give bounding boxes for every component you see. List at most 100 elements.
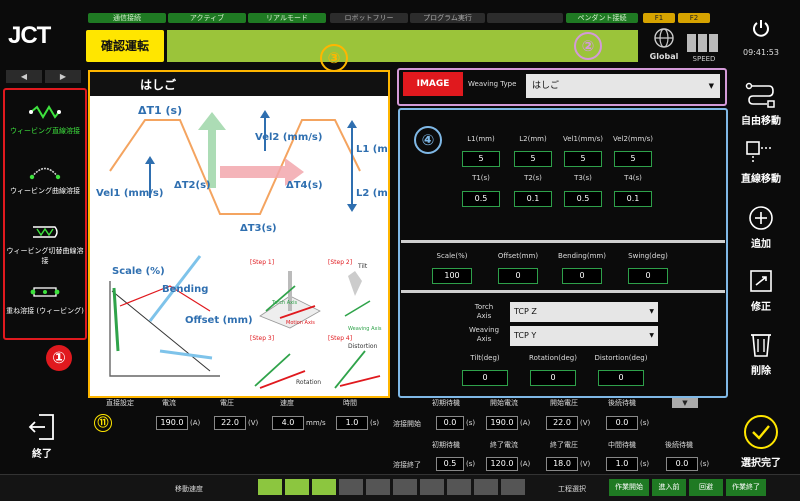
voltage-head: 電圧 (220, 399, 234, 407)
param-r2-input[interactable]: 0.1 (514, 191, 552, 207)
scroll-left-button[interactable]: ◀ (6, 70, 42, 83)
direct-speed-input[interactable]: 4.0 (272, 416, 304, 430)
weaving-type-value: はしご (532, 81, 560, 91)
param-r2-input[interactable]: 0.1 (614, 191, 652, 207)
param-r1-input[interactable]: 5 (564, 151, 602, 167)
weaving-type-select[interactable]: はしご ▼ (526, 74, 720, 98)
unit-a: (A) (520, 460, 531, 468)
param-r2-input[interactable]: 0.5 (462, 191, 500, 207)
callout-2: ② (574, 32, 602, 60)
label-weaving-axis: Weaving Axis (348, 326, 382, 332)
work-start-button[interactable]: 作業開始 (609, 479, 649, 496)
speed-segment[interactable] (393, 479, 417, 495)
param-r1-label: L1(mm) (467, 135, 495, 143)
speed-segment[interactable] (501, 479, 525, 495)
param-r1-input[interactable]: 5 (462, 151, 500, 167)
exit-button[interactable]: 終了 (22, 412, 62, 460)
image-button[interactable]: IMAGE (403, 72, 463, 96)
param-r4-input[interactable]: 0 (462, 370, 508, 386)
end-mid-head: 中間待機 (608, 441, 636, 449)
weave-item-label: ウィービング直線溶接 (10, 127, 80, 135)
weaving-axis-select[interactable]: TCP Y ▼ (510, 326, 658, 346)
power-icon (753, 20, 769, 37)
speed-segment[interactable] (312, 479, 336, 495)
linear-move-button[interactable]: 直線移動 (728, 140, 794, 185)
avoid-button[interactable]: 回避 (689, 479, 723, 496)
mode-bar (167, 30, 638, 62)
label-vel1: Vel1 (mm/s) (96, 188, 163, 199)
trash-icon (751, 334, 771, 357)
dropdown-caret-icon: ▼ (649, 308, 654, 315)
approach-button[interactable]: 進入前 (652, 479, 686, 496)
linear-move-label: 直線移動 (741, 174, 781, 185)
weave-item-overlap[interactable]: 重ね溶接 (ウィービング) (5, 284, 85, 316)
label-dt2: ΔT2(s) (174, 180, 211, 191)
add-icon (749, 206, 773, 230)
param-r3-input[interactable]: 0 (498, 268, 538, 284)
start-wait2-head: 後続待機 (608, 399, 636, 407)
f2-indicator[interactable]: F2 (678, 13, 710, 23)
end-voltage-head: 終了電圧 (550, 441, 578, 449)
label-bending: Bending (162, 284, 208, 295)
unit-s: (s) (640, 460, 650, 468)
status-indicator: リアルモード (248, 13, 326, 23)
callout-1: ① (46, 345, 72, 371)
speed-segment[interactable] (447, 479, 471, 495)
power-button[interactable] (728, 18, 794, 44)
direct-time-input[interactable]: 1.0 (336, 416, 368, 430)
param-r3-input[interactable]: 0 (562, 268, 602, 284)
speed-segment[interactable] (366, 479, 390, 495)
image-title-bar: はしご (90, 72, 388, 96)
weave-item-switch-curve[interactable]: ウィービング切替曲線溶接 (5, 224, 85, 266)
weave-item-linear[interactable]: ウィービング直線溶接 (5, 104, 85, 136)
param-r3-input[interactable]: 100 (432, 268, 472, 284)
global-frame-button[interactable]: Global (645, 26, 683, 62)
add-button[interactable]: 追加 (728, 205, 794, 250)
direct-setting-label: 直接設定 (106, 399, 134, 407)
weave-item-label: ウィービング切替曲線溶接 (6, 247, 84, 265)
param-r4-input[interactable]: 0 (598, 370, 644, 386)
param-r1-input[interactable]: 5 (514, 151, 552, 167)
end-wait2-input[interactable]: 0.0 (666, 457, 698, 471)
unit-v: (V) (248, 419, 259, 427)
scroll-right-button[interactable]: ▶ (45, 70, 81, 83)
end-wait1-input[interactable]: 0.5 (436, 457, 464, 471)
torch-axis-select[interactable]: TCP Z ▼ (510, 302, 658, 322)
label-rotation: Rotation (296, 379, 321, 386)
divider (401, 290, 725, 293)
global-label: Global (649, 52, 679, 61)
unit-s: (s) (466, 460, 476, 468)
start-wait1-input[interactable]: 0.0 (436, 416, 464, 430)
divider (401, 240, 725, 243)
param-r2-input[interactable]: 0.5 (564, 191, 602, 207)
torch-axis-value: TCP Z (514, 307, 537, 316)
mode-button[interactable]: 確認運転 (86, 30, 164, 62)
weave-item-curve[interactable]: ウィービング曲線溶接 (5, 164, 85, 196)
param-r3-input[interactable]: 0 (628, 268, 668, 284)
speed-segment[interactable] (420, 479, 444, 495)
work-end-button[interactable]: 作業終了 (726, 479, 766, 496)
param-r3-label: Bending(mm) (558, 252, 606, 260)
free-move-button[interactable]: 自由移動 (728, 82, 794, 127)
direct-voltage-input[interactable]: 22.0 (214, 416, 246, 430)
start-wait2-input[interactable]: 0.0 (606, 416, 638, 430)
start-voltage-input[interactable]: 22.0 (546, 416, 578, 430)
delete-button[interactable]: 削除 (728, 330, 794, 377)
direct-current-input[interactable]: 190.0 (156, 416, 188, 430)
end-mid-input[interactable]: 1.0 (606, 457, 638, 471)
end-current-input[interactable]: 120.0 (486, 457, 518, 471)
modify-button[interactable]: 修正 (728, 268, 794, 313)
param-r1-input[interactable]: 5 (614, 151, 652, 167)
delete-label: 削除 (751, 366, 771, 377)
speed-segment[interactable] (474, 479, 498, 495)
select-done-button[interactable]: 選択完了 (728, 414, 794, 469)
f1-indicator[interactable]: F1 (643, 13, 675, 23)
param-r4-input[interactable]: 0 (530, 370, 576, 386)
start-current-input[interactable]: 190.0 (486, 416, 518, 430)
expand-button[interactable]: ▼ (672, 398, 698, 408)
speed-segment[interactable] (258, 479, 282, 495)
end-voltage-input[interactable]: 18.0 (546, 457, 578, 471)
speed-segment[interactable] (285, 479, 309, 495)
unit-s: (s) (640, 419, 650, 427)
speed-segment[interactable] (339, 479, 363, 495)
